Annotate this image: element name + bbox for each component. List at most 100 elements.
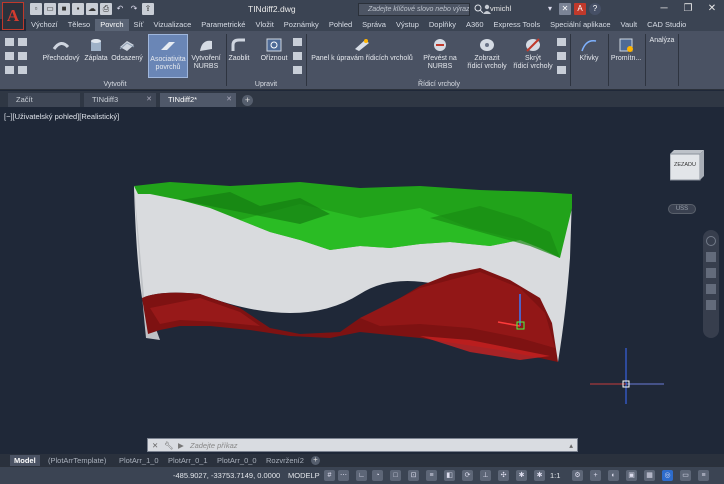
new-file-icon[interactable]: ▫: [30, 3, 42, 15]
coordinates-readout[interactable]: -485.9027, -33753.7149, 0.0000: [173, 471, 280, 480]
application-menu-button[interactable]: A: [2, 2, 24, 30]
zaoblit-button[interactable]: Zaoblit: [226, 37, 252, 63]
restore-icon[interactable]: ❐: [676, 0, 700, 19]
clean-screen-icon[interactable]: ▭: [680, 470, 691, 481]
tab-teleso[interactable]: Těleso: [63, 19, 96, 31]
file-tab-tindiff3[interactable]: TINdiff3 ✕: [84, 93, 156, 107]
remove-cv-icon[interactable]: [557, 52, 566, 60]
oriznout-button[interactable]: Oříznout: [258, 37, 290, 63]
tab-express-tools[interactable]: Express Tools: [489, 19, 546, 31]
prevest-na-nurbs-button[interactable]: Převést na NURBS: [420, 37, 460, 71]
viewcube-face-label[interactable]: ZEZADU: [670, 162, 700, 168]
new-tab-button[interactable]: +: [242, 95, 253, 106]
ortho-icon[interactable]: ∟: [356, 470, 367, 481]
gear-icon[interactable]: ⚙: [572, 470, 583, 481]
gizmo-icon[interactable]: ✣: [498, 470, 509, 481]
tab-a360[interactable]: A360: [461, 19, 489, 31]
close-tab-icon[interactable]: ✕: [226, 93, 232, 107]
file-tab-start[interactable]: Začít: [8, 93, 80, 107]
tab-vizualizace[interactable]: Vizualizace: [148, 19, 196, 31]
transparency-icon[interactable]: ◧: [444, 470, 455, 481]
krivky-button[interactable]: Křivky: [572, 37, 606, 63]
tab-poznamky[interactable]: Poznámky: [279, 19, 324, 31]
hardware-acceleration-icon[interactable]: ▣: [626, 470, 637, 481]
cloud-icon[interactable]: ☁: [86, 3, 98, 15]
command-line[interactable]: ✕ 🔧︎ ▶ Zadejte příkaz ▴: [147, 438, 578, 452]
analyza-button[interactable]: Analýza: [646, 37, 678, 45]
zaplata-button[interactable]: Záplata: [82, 37, 110, 63]
undo-icon[interactable]: ↶: [114, 3, 126, 15]
redo-icon[interactable]: ↷: [128, 3, 140, 15]
user-name[interactable]: vmichl: [490, 4, 511, 13]
command-input[interactable]: Zadejte příkaz: [190, 441, 238, 450]
annotation-visibility-icon[interactable]: ✱: [516, 470, 527, 481]
tab-doplnky[interactable]: Doplňky: [424, 19, 461, 31]
odsazeny-button[interactable]: Odsazený: [110, 37, 144, 63]
untrim-icon[interactable]: [293, 38, 302, 46]
snap-icon[interactable]: ⋯: [338, 470, 349, 481]
sculpt-icon[interactable]: [293, 66, 302, 74]
vytvoreni-nurbs-button[interactable]: Vytvoření NURBS: [188, 37, 224, 71]
skryt-ridici-vrcholy-button[interactable]: Skrýt řídicí vrcholy: [510, 37, 556, 71]
osnap-3d-icon[interactable]: ⊡: [408, 470, 419, 481]
lineweight-icon[interactable]: ≡: [426, 470, 437, 481]
tab-sit[interactable]: Síť: [129, 19, 149, 31]
layout-tab[interactable]: PlotArr_0_1: [164, 455, 212, 466]
ucs-icon[interactable]: ⊥: [480, 470, 491, 481]
planar-icon[interactable]: [5, 66, 14, 74]
model-space-toggle[interactable]: MODELP: [288, 471, 320, 480]
tab-vychozi[interactable]: Výchozí: [26, 19, 63, 31]
tab-vault[interactable]: Vault: [616, 19, 643, 31]
tab-sprava[interactable]: Správa: [357, 19, 391, 31]
selection-cycling-icon[interactable]: ⟳: [462, 470, 473, 481]
panel-ridicich-vrcholu-button[interactable]: Panel k úpravám řídicích vrcholů: [308, 37, 416, 63]
osnap-icon[interactable]: □: [390, 470, 401, 481]
file-tab-tindiff2[interactable]: TINdiff2* ✕: [160, 93, 236, 107]
help-icon[interactable]: ?: [589, 3, 601, 15]
close-tab-icon[interactable]: ✕: [146, 93, 152, 107]
viewcube[interactable]: ZEZADU: [669, 150, 704, 182]
revolve-icon[interactable]: [18, 38, 27, 46]
layout-tab[interactable]: PlotArr_1_0: [115, 455, 163, 466]
promitnout-button[interactable]: Promítn...: [608, 37, 644, 63]
extrude-icon[interactable]: [5, 38, 14, 46]
performance-icon[interactable]: ▦: [644, 470, 655, 481]
chevron-up-icon[interactable]: ▴: [569, 441, 573, 450]
network-icon[interactable]: [18, 66, 27, 74]
share-icon[interactable]: ⇪: [142, 3, 154, 15]
steering-wheel-icon[interactable]: [706, 236, 716, 246]
wrench-icon[interactable]: 🔧︎: [164, 441, 174, 450]
tab-vlozit[interactable]: Vložit: [250, 19, 278, 31]
add-layout-button[interactable]: +: [311, 456, 320, 465]
save-icon[interactable]: ■: [58, 3, 70, 15]
zobrazit-ridici-vrcholy-button[interactable]: Zobrazit řídicí vrcholy: [464, 37, 510, 71]
rebuild-icon[interactable]: [557, 66, 566, 74]
tab-pohled[interactable]: Pohled: [324, 19, 357, 31]
pan-icon[interactable]: [706, 252, 716, 262]
loft-icon[interactable]: [18, 52, 27, 60]
grid-icon[interactable]: #: [324, 470, 335, 481]
annotation-scale[interactable]: 1:1: [550, 471, 560, 480]
search-input[interactable]: Zadejte klíčové slovo nebo výraz: [358, 3, 470, 16]
layout-tab-model[interactable]: Model: [10, 455, 40, 466]
polar-icon[interactable]: ◔: [372, 470, 383, 481]
sweep-icon[interactable]: [5, 52, 14, 60]
tab-povrch[interactable]: Povrch: [95, 19, 129, 31]
layout-tab[interactable]: Rozvržení2: [262, 455, 308, 466]
orbit-icon[interactable]: [706, 284, 716, 294]
drawing-viewport[interactable]: [−][Uživatelský pohled][Realistický] ZEZ…: [0, 108, 724, 453]
zoom-icon[interactable]: [706, 268, 716, 278]
save-as-icon[interactable]: ▪: [72, 3, 84, 15]
open-file-icon[interactable]: ▭: [44, 3, 56, 15]
plus-icon[interactable]: +: [590, 470, 601, 481]
layout-tab[interactable]: (PlotArrTemplate): [44, 455, 110, 466]
units-icon[interactable]: ◎: [662, 470, 673, 481]
group-title-upravit[interactable]: Upravit: [226, 80, 306, 90]
prechodovy-button[interactable]: Přechodový: [40, 37, 82, 63]
cart-icon[interactable]: ▾: [544, 3, 556, 15]
exchange-icon[interactable]: ✕: [559, 3, 571, 15]
autoscale-icon[interactable]: ✱: [534, 470, 545, 481]
layout-tab[interactable]: PlotArr_0_0: [213, 455, 261, 466]
navigation-bar[interactable]: [703, 230, 719, 338]
tab-cad-studio[interactable]: CAD Studio: [642, 19, 691, 31]
